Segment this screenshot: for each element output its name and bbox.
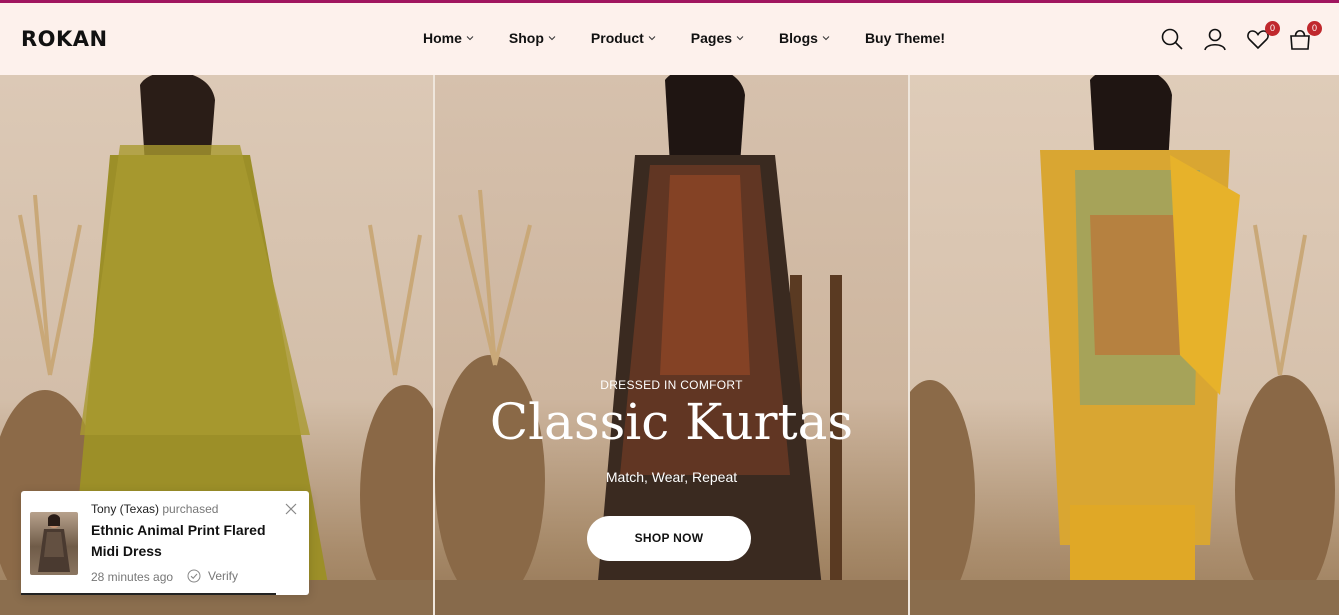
search-button[interactable] (1160, 27, 1186, 53)
user-icon (1204, 28, 1226, 51)
hero-eyebrow: DRESSED IN COMFORT (600, 378, 743, 392)
chevron-down-icon (648, 36, 656, 41)
site-logo[interactable]: ROKAN (21, 27, 108, 51)
site-header: ROKAN Home Shop Product Pages Blogs Buy … (0, 3, 1339, 75)
nav-item-blogs[interactable]: Blogs (779, 30, 831, 46)
main-nav: Home Shop Product Pages Blogs Buy Theme! (423, 30, 945, 46)
model-illustration (910, 75, 1339, 615)
close-icon[interactable] (285, 503, 297, 515)
cart-count-badge: 0 (1307, 21, 1322, 36)
verify-badge: Verify (187, 569, 238, 583)
check-circle-icon (187, 569, 201, 583)
chevron-down-icon (736, 36, 744, 41)
hero-image-right (910, 75, 1339, 615)
nav-item-product[interactable]: Product (591, 30, 657, 46)
nav-item-label: Home (423, 30, 462, 46)
account-button[interactable] (1203, 27, 1229, 53)
search-icon (1161, 28, 1183, 50)
chevron-down-icon (548, 36, 556, 41)
hero-subline: Match, Wear, Repeat (605, 469, 738, 485)
nav-item-label: Blogs (779, 30, 818, 46)
purchase-time: 28 minutes ago (91, 570, 174, 584)
nav-item-shop[interactable]: Shop (509, 30, 557, 46)
product-thumbnail[interactable] (30, 512, 78, 575)
nav-item-buy-theme[interactable]: Buy Theme! (865, 30, 945, 46)
hero-headline: Classic Kurtas (489, 393, 854, 451)
shop-now-button[interactable]: SHOP NOW (587, 516, 751, 561)
purchase-customer-line: Tony (Texas) purchased (91, 502, 218, 516)
wishlist-count-badge: 0 (1265, 21, 1280, 36)
customer-name: Tony (Texas) (91, 502, 160, 516)
verify-label: Verify (208, 569, 239, 583)
hero-content: DRESSED IN COMFORT Classic Kurtas Match,… (435, 75, 908, 615)
nav-item-label: Shop (508, 30, 544, 46)
chevron-down-icon (466, 36, 474, 41)
nav-item-label: Product (590, 30, 644, 46)
product-image (38, 514, 70, 572)
nav-item-label: Pages (690, 30, 733, 46)
purchase-notification[interactable]: Tony (Texas) purchased Ethnic Animal Pri… (21, 491, 309, 595)
purchase-action: purchased (162, 502, 219, 516)
chevron-down-icon (822, 36, 830, 41)
wishlist-button[interactable]: 0 (1246, 21, 1280, 53)
nav-item-label: Buy Theme! (864, 30, 946, 46)
cart-button[interactable]: 0 (1288, 21, 1322, 53)
nav-item-home[interactable]: Home (423, 30, 475, 46)
popup-progress-bar (21, 593, 276, 595)
nav-item-pages[interactable]: Pages (691, 30, 745, 46)
purchased-product-title[interactable]: Ethnic Animal Print Flared Midi Dress (91, 520, 296, 562)
